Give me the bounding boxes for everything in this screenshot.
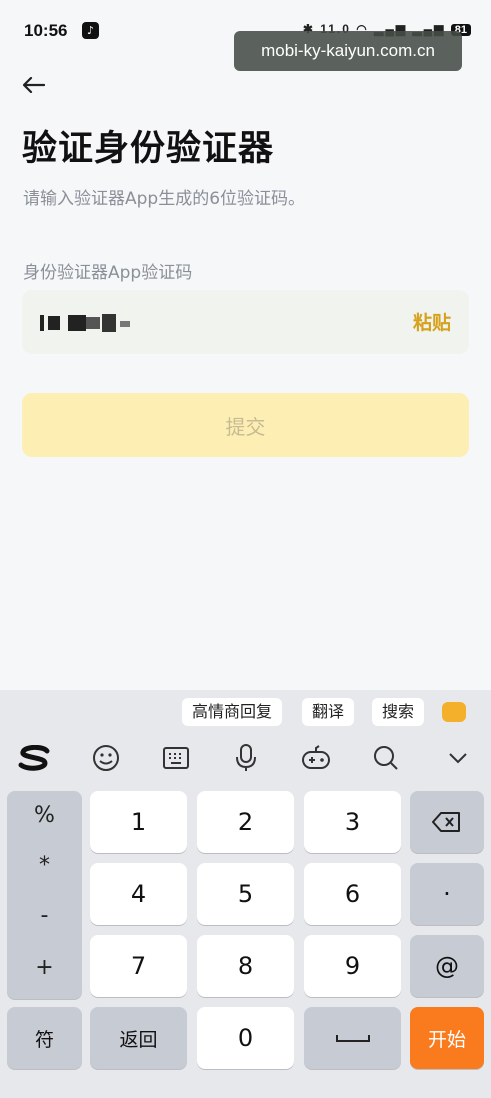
arrow-left-icon[interactable] bbox=[20, 72, 48, 98]
key-5[interactable]: 5 bbox=[197, 863, 294, 925]
emoji-icon[interactable] bbox=[88, 740, 124, 776]
page-title: 验证身份验证器 bbox=[22, 129, 275, 169]
key-2[interactable]: 2 bbox=[197, 791, 294, 853]
chevron-down-icon[interactable] bbox=[440, 740, 476, 776]
tiktok-icon: ♪ bbox=[82, 22, 99, 39]
mascot-icon[interactable] bbox=[442, 702, 466, 722]
key-0[interactable]: 0 bbox=[197, 1007, 294, 1069]
backspace-key[interactable] bbox=[410, 791, 484, 853]
page-subtitle: 请输入验证器App生成的6位验证码。 bbox=[23, 189, 306, 209]
key-9[interactable]: 9 bbox=[304, 935, 401, 997]
verification-code-input[interactable]: 粘贴 bbox=[22, 290, 469, 354]
suggestion-chip[interactable]: 高情商回复 bbox=[182, 698, 283, 726]
dot-key[interactable]: · bbox=[410, 863, 484, 925]
search-icon[interactable] bbox=[368, 740, 404, 776]
symbol-switch-key[interactable]: 符 bbox=[7, 1007, 82, 1069]
at-key[interactable]: @ bbox=[410, 935, 484, 997]
space-icon bbox=[335, 1035, 370, 1042]
symbol-key[interactable]: * bbox=[7, 853, 82, 878]
key-4[interactable]: 4 bbox=[90, 863, 187, 925]
suggestion-bar: 高情商回复 翻译 搜索 bbox=[0, 690, 491, 734]
keyboard-icon[interactable] bbox=[158, 740, 194, 776]
key-3[interactable]: 3 bbox=[304, 791, 401, 853]
suggestion-chip[interactable]: 搜索 bbox=[372, 698, 425, 726]
microphone-icon[interactable] bbox=[228, 740, 264, 776]
enter-key[interactable]: 开始 bbox=[410, 1007, 484, 1069]
submit-button[interactable]: 提交 bbox=[22, 393, 469, 457]
key-1[interactable]: 1 bbox=[90, 791, 187, 853]
key-7[interactable]: 7 bbox=[90, 935, 187, 997]
symbol-column[interactable]: % * - + bbox=[7, 791, 82, 999]
symbol-key[interactable]: + bbox=[7, 955, 82, 980]
keyboard-toolbar bbox=[0, 736, 491, 780]
space-key[interactable] bbox=[304, 1007, 401, 1069]
masked-code-value bbox=[40, 314, 160, 332]
backspace-icon bbox=[432, 812, 460, 832]
return-key[interactable]: 返回 bbox=[90, 1007, 187, 1069]
status-time: 10:56 bbox=[24, 21, 68, 40]
paste-button[interactable]: 粘贴 bbox=[413, 308, 451, 335]
key-6[interactable]: 6 bbox=[304, 863, 401, 925]
sogou-logo-icon[interactable] bbox=[16, 740, 52, 776]
code-field-label: 身份验证器App验证码 bbox=[23, 263, 193, 283]
symbol-key[interactable]: - bbox=[7, 903, 82, 928]
gamepad-icon[interactable] bbox=[298, 740, 334, 776]
suggestion-chip[interactable]: 翻译 bbox=[302, 698, 355, 726]
key-8[interactable]: 8 bbox=[197, 935, 294, 997]
soft-keyboard: 高情商回复 翻译 搜索 % * - + 1 2 3 4 5 6 · 7 8 9 … bbox=[0, 690, 491, 1098]
symbol-key[interactable]: % bbox=[7, 803, 82, 828]
watermark: mobi-ky-kaiyun.com.cn bbox=[234, 31, 462, 71]
